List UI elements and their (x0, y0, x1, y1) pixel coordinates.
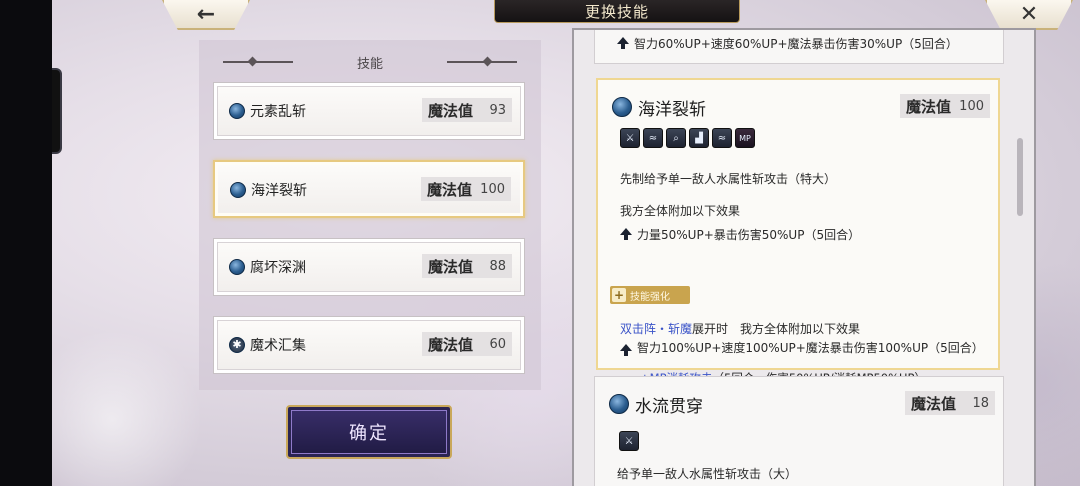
game-screen: ← 更换技能 ✕ 技能 元素乱斩 魔法值 93 海洋裂斩 魔法值 100 腐坏深… (52, 0, 1080, 486)
mp-value: 60 (489, 336, 506, 352)
skill-tag-row: ⚔ ≈ ⌕ ▟ ≈ MP (620, 128, 755, 148)
mp-cost: 魔法值 100 (900, 94, 990, 118)
mp-icon: MP (735, 128, 755, 148)
effect-heading: 我方全体附加以下效果 (620, 204, 741, 218)
skill-item-magic-gather[interactable]: ✱ 魔术汇集 魔法值 60 (213, 316, 525, 374)
back-button[interactable]: ← (162, 0, 250, 30)
mp-value: 88 (489, 258, 506, 274)
skill-detail-panel[interactable]: 智力60%UP+速度60%UP+魔法暴击伤害30%UP（5回合） 海洋裂斩 魔法… (572, 28, 1036, 486)
mp-cost: 魔法值 93 (422, 98, 512, 122)
mp-cost: 魔法值 100 (421, 177, 511, 201)
snowflake-icon: ✱ (229, 337, 245, 353)
water-icon: ≈ (712, 128, 732, 148)
mp-cost: 魔法值 88 (422, 254, 512, 278)
skill-item-elemental-slash[interactable]: 元素乱斩 魔法值 93 (213, 82, 525, 140)
mp-label: 魔法值 (911, 394, 957, 413)
mp-label: 魔法值 (428, 101, 474, 120)
title-plate: 更换技能 (494, 0, 740, 23)
mp-label: 魔法值 (428, 335, 474, 354)
bonus-line: 力量50%UP+暴击伤害50%UP（5回合） (620, 226, 860, 243)
skill-item-ocean-slash[interactable]: 海洋裂斩 魔法值 100 (213, 160, 525, 218)
previous-bonus-text: 智力60%UP+速度60%UP+魔法暴击伤害30%UP（5回合） (634, 37, 958, 51)
skill-name: 元素乱斩 (250, 104, 306, 120)
water-icon: ≈ (643, 128, 663, 148)
search-icon: ⌕ (666, 128, 686, 148)
buff-up-icon (617, 37, 629, 49)
side-handle[interactable] (52, 68, 62, 154)
bonus-text: 力量50%UP+暴击伤害50%UP（5回合） (637, 228, 861, 242)
page-title: 更换技能 (584, 2, 649, 21)
selected-skill-name: 海洋裂斩 (638, 100, 706, 120)
previous-bonus-line: 智力60%UP+速度60%UP+魔法暴击伤害30%UP（5回合） (617, 35, 958, 52)
mp-cost: 魔法值 60 (422, 332, 512, 356)
close-icon: ✕ (1019, 1, 1039, 27)
previous-skill-card: 智力60%UP+速度60%UP+魔法暴击伤害30%UP（5回合） (594, 30, 1004, 64)
water-orb-icon (612, 97, 632, 117)
skill-list-heading: 技能 (199, 50, 541, 74)
skill-item-corrupt-abyss[interactable]: 腐坏深渊 魔法值 88 (213, 238, 525, 296)
formation-link[interactable]: 双击阵・斩魔 (620, 322, 692, 336)
water-orb-icon (229, 259, 245, 275)
skill-name: 海洋裂斩 (251, 183, 307, 199)
enhanced-bonus-line: 智力100%UP+速度100%UP+魔法暴击伤害100%UP（5回合） (620, 341, 992, 356)
enhanced-bonus-text: 智力100%UP+速度100%UP+魔法暴击伤害100%UP（5回合） (637, 341, 984, 355)
mp-value: 100 (480, 181, 505, 197)
water-orb-icon (609, 394, 629, 414)
close-button[interactable]: ✕ (985, 0, 1073, 30)
skill-list-title: 技能 (356, 56, 383, 72)
back-arrow-icon: ← (196, 1, 216, 27)
water-slash-icon: ⚔ (619, 431, 639, 451)
confirm-label: 确定 (349, 423, 389, 444)
water-orb-icon (229, 103, 245, 119)
next-skill-name: 水流贯穿 (635, 397, 703, 417)
detail-scrollbar[interactable] (1017, 138, 1023, 216)
selected-skill-card: 海洋裂斩 魔法值 100 ⚔ ≈ ⌕ ▟ ≈ MP 先制给予单一敌人水属性斩攻击… (596, 78, 1000, 385)
skill-name: 腐坏深渊 (250, 260, 306, 276)
skill-enhance-badge: + 技能强化 (610, 286, 690, 304)
mp-value: 93 (489, 102, 506, 118)
skill-description: 先制给予单一敌人水属性斩攻击（特大） (620, 172, 837, 186)
mp-value: 18 (972, 395, 989, 411)
mp-cost: 魔法值 18 (905, 391, 995, 415)
skill-name: 魔术汇集 (250, 338, 306, 354)
skill-list-panel: 技能 元素乱斩 魔法值 93 海洋裂斩 魔法值 100 腐坏深渊 魔法值 88 … (199, 40, 541, 390)
sword-icon: ⚔ (620, 128, 640, 148)
mp-label: 魔法值 (427, 180, 473, 199)
heading-ornament-left (223, 61, 293, 63)
confirm-button[interactable]: 确定 (286, 405, 452, 459)
plus-icon: + (612, 288, 626, 302)
enhance-condition-text: 展开时 我方全体附加以下效果 (692, 322, 861, 336)
heading-ornament-right (447, 61, 517, 63)
boot-icon: ▟ (689, 128, 709, 148)
mp-value: 100 (959, 98, 984, 114)
enhance-condition: 双击阵・斩魔展开时 我方全体附加以下效果 (620, 320, 860, 337)
next-skill-card: 水流贯穿 魔法值 18 ⚔ 给予单一敌人水属性斩攻击（大） (594, 376, 1004, 486)
enhance-label: 技能强化 (630, 291, 670, 303)
next-skill-description: 给予单一敌人水属性斩攻击（大） (617, 467, 798, 481)
mp-label: 魔法值 (428, 257, 474, 276)
mp-label: 魔法值 (906, 97, 952, 116)
buff-up-icon (620, 228, 632, 240)
water-orb-icon (230, 182, 246, 198)
buff-up-icon (620, 344, 632, 356)
